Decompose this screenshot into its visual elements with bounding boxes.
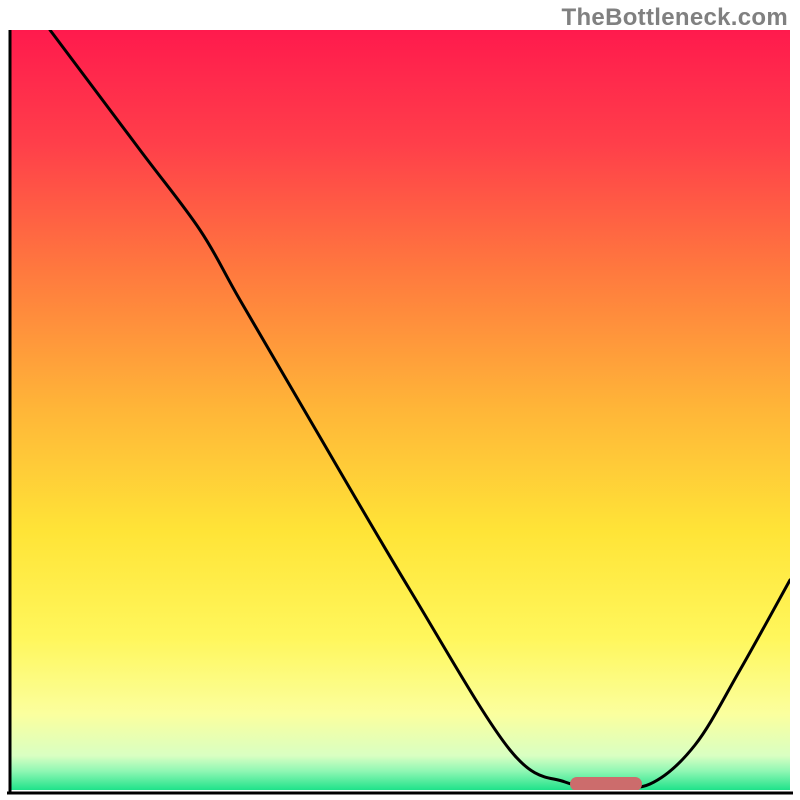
bottleneck-chart — [0, 0, 800, 800]
gradient-background — [10, 30, 790, 790]
optimal-range-marker — [570, 777, 642, 791]
chart-container: TheBottleneck.com — [0, 0, 800, 800]
